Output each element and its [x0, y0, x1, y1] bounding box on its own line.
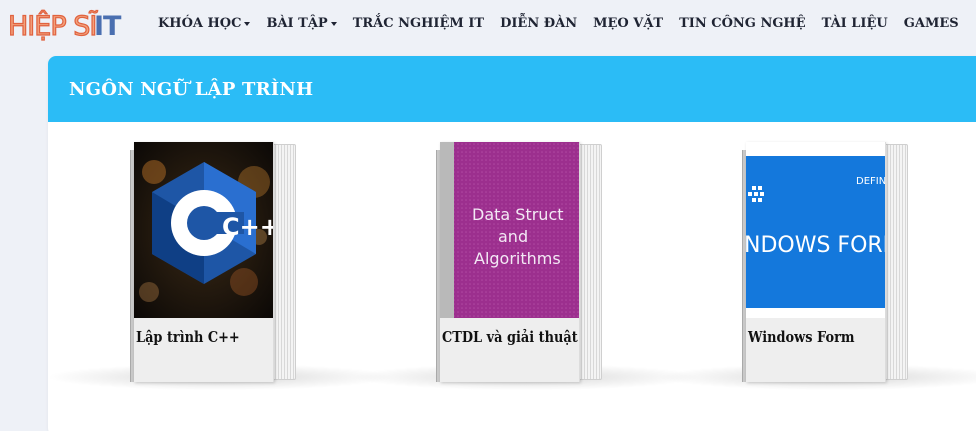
book-title: CTDL và giải thuật — [442, 328, 578, 346]
nav-item-games[interactable]: GAMES — [896, 0, 967, 46]
course-section-card: NGÔN NGỮ LẬP TRÌNH C+ Lập trình C++ Data… — [48, 56, 976, 431]
book-cpp[interactable]: C++ Lập trình C++ — [50, 142, 390, 390]
svg-text:HIỆP SĨ: HIỆP SĨ — [8, 10, 98, 42]
site-logo[interactable]: HIỆP SĨ IT — [8, 6, 128, 42]
svg-text:Algorithms: Algorithms — [474, 249, 561, 268]
nav-item-trac-nghiem-it[interactable]: TRẮC NGHIỆM IT — [345, 0, 492, 46]
cpp-cover-image: C++ — [134, 142, 274, 318]
caret-down-icon — [330, 22, 337, 26]
svg-text:and: and — [498, 227, 528, 246]
svg-text:C++: C++ — [222, 213, 274, 241]
nav-label: TÀI LIỆU — [821, 15, 888, 31]
nav-label: GAMES — [903, 15, 959, 31]
section-title: NGÔN NGỮ LẬP TRÌNH — [69, 78, 314, 100]
nav-label: BÀI TẬP — [266, 15, 328, 31]
nav-label: DIỄN ĐÀN — [500, 15, 578, 31]
nav-item-dien-dan[interactable]: DIỄN ĐÀN — [492, 0, 585, 46]
nav-item-tin-cong-nghe[interactable]: TIN CÔNG NGHỆ — [671, 0, 814, 46]
nav-item-khoa-hoc[interactable]: KHÓA HỌC — [150, 0, 258, 46]
book-windows-form[interactable]: DEFIN NDOWS FORM Windows Form — [662, 142, 976, 390]
nav-label: KHÓA HỌC — [158, 15, 242, 31]
svg-text:NDOWS FORM: NDOWS FORM — [746, 233, 886, 258]
nav-label: MẸO VẶT — [593, 15, 664, 31]
section-header: NGÔN NGỮ LẬP TRÌNH — [48, 56, 976, 122]
nav-item-bai-tap[interactable]: BÀI TẬP — [258, 0, 344, 46]
nav-label: TRẮC NGHIỆM IT — [352, 15, 485, 31]
book-data-structures[interactable]: Data Struct and Algorithms CTDL và giải … — [356, 142, 696, 390]
nav-label: TIN CÔNG NGHỆ — [679, 15, 806, 31]
svg-text:IT: IT — [94, 11, 122, 42]
dsa-cover-image: Data Struct and Algorithms — [440, 142, 579, 318]
logo-graphic: HIỆP SĨ IT — [8, 9, 123, 42]
book-title: Windows Form — [748, 328, 855, 346]
caret-down-icon — [244, 22, 251, 26]
winforms-cover-image: DEFIN NDOWS FORM — [746, 142, 886, 318]
svg-text:DEFIN: DEFIN — [856, 176, 886, 187]
site-header: HIỆP SĨ IT KHÓA HỌC BÀI TẬP TRẮC NGHIỆM … — [0, 0, 976, 46]
nav-item-meo-vat[interactable]: MẸO VẶT — [585, 0, 671, 46]
book-cover: DEFIN NDOWS FORM Windows Form — [746, 142, 886, 382]
main-nav: KHÓA HỌC BÀI TẬP TRẮC NGHIỆM IT DIỄN ĐÀN… — [150, 0, 967, 46]
svg-text:Data Struct: Data Struct — [472, 205, 564, 224]
nav-item-tai-lieu[interactable]: TÀI LIỆU — [814, 0, 896, 46]
book-cover: C++ Lập trình C++ — [134, 142, 274, 382]
book-cover: Data Struct and Algorithms CTDL và giải … — [440, 142, 580, 382]
book-title: Lập trình C++ — [136, 328, 240, 346]
